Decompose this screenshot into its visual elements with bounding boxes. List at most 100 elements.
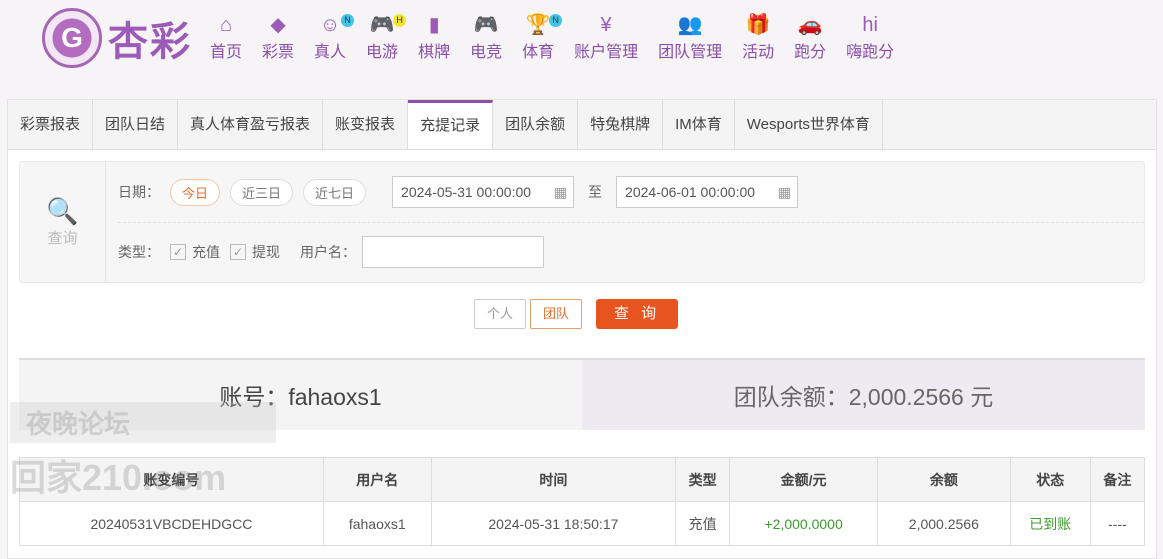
nav-label: 团队管理 [658,44,723,61]
nav-item[interactable]: 🎮 电游 H [366,12,407,62]
nav-item[interactable]: 🚗 跑分 [794,12,826,62]
tab[interactable]: IM体育 [663,100,735,149]
nav-item[interactable]: ◆ 彩票 [262,12,294,62]
search-icon: 🔍 [46,196,79,226]
ticket-icon: ◆ [270,14,286,36]
report-panel: 彩票报表 团队日结 真人体育盈亏报表 账变报表 充提记录 团队余额 特兔棋牌 IM体育 Wesp… [7,99,1157,559]
car-icon: 🚗 [797,14,823,36]
gift-icon: 🎁 [745,14,771,36]
filter-box: 🔍 查询 日期： 今日 近三日 近七日 2024-05-31 00:00:00 ▦… [19,161,1145,283]
nav-item[interactable]: ☺ 真人 N [314,12,355,62]
start-date-input[interactable]: 2024-05-31 00:00:00 ▦ [392,176,575,208]
nav-label: 电游 [366,44,399,61]
header: G 杏彩 ⌂ 首页 ◆ 彩票 ☺ 真人 N 🎮 电游 H ▮ 棋牌 🎮 电竞 🏆 体育 N ¥ 账户管理 👥 团队管理 🎁… [0,0,1163,98]
nav-item[interactable]: 🎮 电竞 [470,12,502,62]
date-label: 日期： [118,184,160,200]
tab[interactable]: 真人体育盈亏报表 [178,100,324,149]
brand-name: 杏彩 [108,20,192,64]
tab[interactable]: Wesports世界体育 [735,100,883,149]
nav-label: 首页 [210,44,243,61]
deposit-checkbox[interactable]: ✓ 充值 [170,242,220,262]
column-header: 余额 [877,457,1011,502]
type-label: 类型： [118,244,160,260]
table-cell: 已到账 [1009,501,1091,546]
gamepad-icon: 🎮 [473,14,499,36]
table-row: 20240531VBCDEHDGCC fahaoxs1 2024-05-31 18:… [19,501,1146,546]
report-tabs: 彩票报表 团队日结 真人体育盈亏报表 账变报表 充提记录 团队余额 特兔棋牌 IM体育 Wesp… [8,100,1156,150]
table-cell: 2,000.2566 [877,501,1011,546]
tab[interactable]: 团队日结 [93,100,179,149]
nav-item[interactable]: 👥 团队管理 [658,12,722,62]
table-cell: 20240531VBCDEHDGCC [19,501,324,546]
username-label: 用户名： [300,244,356,260]
column-header: 状态 [1009,457,1091,502]
personal-button[interactable]: 个人 [474,299,527,329]
yen-icon: ¥ [600,14,612,36]
summary-bar: 账号：fahaoxs1 团队余额：2,000.2566 元 [19,358,1145,430]
team-button[interactable]: 团队 [530,299,583,329]
table-cell: ---- [1089,501,1146,546]
withdraw-label: 提现 [252,244,280,260]
dealer-icon: ☺ [319,14,341,36]
nav-label: 账户管理 [574,44,639,61]
nav-item[interactable]: ▮ 棋牌 [418,12,450,62]
query-label: 查询 [47,230,78,247]
nav-item[interactable]: hi 嗨跑分 [846,12,894,62]
divider [118,222,1144,223]
nav-label: 电竞 [470,44,503,61]
date-3days-button[interactable]: 近三日 [230,178,294,206]
nav-label: 嗨跑分 [846,44,895,61]
checkbox-icon: ✓ [230,244,246,260]
records-table: 账变编号 用户名 时间 类型 金额/元 余额 状态 备注 20240531VBCDEHDGCC… [19,457,1146,546]
end-date-input[interactable]: 2024-06-01 00:00:00 ▦ [616,176,799,208]
to-label: 至 [588,184,603,200]
logo-seal-icon: G [42,8,102,68]
tab[interactable]: 账变报表 [323,100,409,149]
team-balance: 团队余额：2,000.2566 元 [582,360,1145,430]
withdraw-checkbox[interactable]: ✓ 提现 [230,242,280,262]
main-nav: ⌂ 首页 ◆ 彩票 ☺ 真人 N 🎮 电游 H ▮ 棋牌 🎮 电竞 🏆 体育 N ¥ 账户管理 👥 团队管理 🎁 活动 🚗 跑分… [200,12,904,62]
calendar-icon[interactable]: ▦ [778,177,791,207]
nav-label: 跑分 [794,44,827,61]
tab[interactable]: 团队余额 [493,100,579,149]
tab[interactable]: 彩票报表 [8,100,94,149]
team-icon: 👥 [677,14,703,36]
column-header: 账变编号 [19,457,324,502]
column-header: 类型 [675,457,731,502]
nav-badge: N [549,14,563,27]
date-today-button[interactable]: 今日 [170,178,221,206]
home-icon: ⌂ [219,14,233,36]
nav-label: 棋牌 [418,44,451,61]
tab[interactable]: 充提记录 [408,100,494,149]
cards-icon: ▮ [428,14,440,36]
start-date-value: 2024-05-31 00:00:00 [401,184,532,200]
logo[interactable]: G 杏彩 [42,8,192,68]
gamepad-icon: 🎮 [369,14,395,36]
nav-item[interactable]: 🏆 体育 N [522,12,563,62]
column-header: 备注 [1089,457,1146,502]
nav-badge: H [393,14,407,27]
nav-badge: N [341,14,355,27]
deposit-label: 充值 [192,244,220,260]
table-cell: +2,000.0000 [729,501,879,546]
nav-label: 体育 [522,44,555,61]
nav-item[interactable]: ⌂ 首页 [210,12,242,62]
trophy-icon: 🏆 [525,14,551,36]
nav-item[interactable]: 🎁 活动 [742,12,774,62]
tab[interactable]: 特兔棋牌 [578,100,664,149]
end-date-value: 2024-06-01 00:00:00 [625,184,756,200]
table-cell: fahaoxs1 [322,501,432,546]
query-section: 🔍 查询 [20,162,106,282]
table-cell: 充值 [675,501,731,546]
username-input[interactable] [362,236,544,268]
column-header: 用户名 [322,457,432,502]
account-name: 账号：fahaoxs1 [19,360,582,430]
date-7days-button[interactable]: 近七日 [303,178,367,206]
column-header: 时间 [430,457,677,502]
nav-item[interactable]: ¥ 账户管理 [574,12,638,62]
calendar-icon[interactable]: ▦ [554,177,567,207]
column-header: 金额/元 [729,457,879,502]
nav-label: 活动 [742,44,775,61]
query-button[interactable]: 查 询 [596,299,679,329]
nav-label: 真人 [314,44,347,61]
